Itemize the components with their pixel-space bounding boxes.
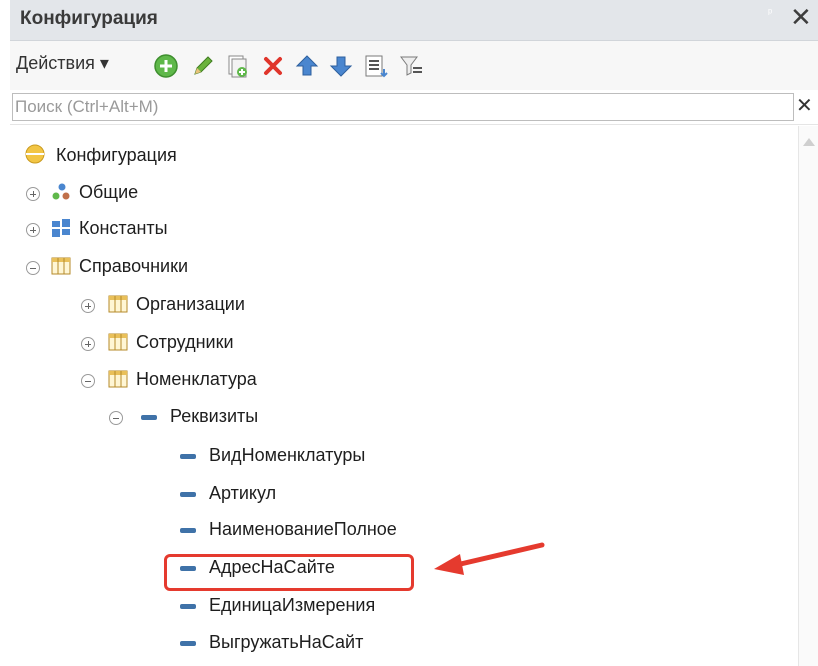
tree-item-label: ВыгружатьНаСайт [209,632,364,652]
attribute-icon [180,641,196,646]
expand-icon[interactable] [81,299,95,313]
tree-item-label: Номенклатура [136,369,257,389]
tree-item-label: Реквизиты [170,406,259,426]
catalog-icon [108,295,128,313]
collapse-icon[interactable] [81,374,95,388]
tree-item-requisites[interactable]: Реквизиты [10,403,790,431]
red-arrow-annotation [434,542,545,575]
expand-icon[interactable] [26,187,40,201]
tree-item-attribute[interactable]: ВидНоменклатуры [10,442,790,470]
pin-icon[interactable]: ᵖ [768,7,772,19]
expand-icon[interactable] [81,337,95,351]
tree-item-label: НаименованиеПолное [209,519,397,539]
panel-titlebar: Конфигурация ᵖ ✕ [10,0,818,41]
expand-icon[interactable] [26,223,40,237]
tree-item-attribute[interactable]: НаименованиеПолное [10,516,790,544]
actions-label: Действия [16,53,95,73]
add-icon[interactable] [153,53,179,79]
requisites-icon [141,415,157,420]
move-down-icon[interactable] [328,53,354,79]
move-up-icon[interactable] [294,53,320,79]
copy-icon[interactable] [225,53,251,79]
panel-title: Конфигурация [20,8,158,29]
tree-item-organizations[interactable]: Организации [10,291,790,319]
delete-icon[interactable] [260,53,286,79]
common-icon [52,183,70,200]
search-input[interactable]: Поиск (Ctrl+Alt+M) [12,93,794,121]
tree-item-nomenclature[interactable]: Номенклатура [10,366,790,394]
highlight-box [164,554,414,591]
tree-item-label: ВидНоменклатуры [209,445,366,465]
tree-item-label: Общие [79,182,139,202]
tree-item-catalogs[interactable]: Справочники [10,253,790,281]
clear-search-icon[interactable]: ✕ [796,93,813,118]
catalog-icon [51,257,71,275]
tree-item-label: Константы [79,218,168,238]
edit-icon[interactable] [190,53,216,79]
tree-item-attribute[interactable]: ВыгружатьНаСайт [10,629,790,657]
attribute-icon [180,454,196,459]
attribute-icon [180,604,196,609]
collapse-icon[interactable] [109,411,123,425]
tree-item-label: Конфигурация [56,145,177,165]
vertical-scrollbar[interactable] [798,126,818,666]
list-icon[interactable] [362,53,388,79]
actions-menu-button[interactable]: Действия ▾ [16,53,109,74]
tree-item-constants[interactable]: Константы [10,215,790,243]
tree-item-root[interactable]: Конфигурация [10,142,790,170]
scroll-up-icon[interactable] [803,138,815,146]
search-placeholder: Поиск (Ctrl+Alt+M) [15,97,159,116]
configuration-icon [25,144,45,164]
tree-item-common[interactable]: Общие [10,179,790,207]
tree-item-label: ЕдиницаИзмерения [209,595,376,615]
search-bar: Поиск (Ctrl+Alt+M) ✕ [10,90,818,125]
catalog-icon [108,333,128,351]
attribute-icon [180,528,196,533]
tree-item-attribute[interactable]: Артикул [10,480,790,508]
tree-item-label: Организации [136,294,245,314]
attribute-icon [180,492,196,497]
tree-item-label: Артикул [209,483,277,503]
toolbar: Действия ▾ [10,41,818,92]
close-icon[interactable]: ✕ [790,2,812,33]
collapse-icon[interactable] [26,261,40,275]
catalog-icon [108,370,128,388]
tree-item-attribute[interactable]: ЕдиницаИзмерения [10,592,790,620]
constants-icon [52,219,70,237]
tree-item-label: Справочники [79,256,189,276]
tree-item-employees[interactable]: Сотрудники [10,329,790,357]
filter-icon[interactable] [398,53,424,79]
tree-item-label: Сотрудники [136,332,234,352]
configuration-panel: Конфигурация ᵖ ✕ Действия ▾ Поиск (Ctrl+… [10,0,818,666]
